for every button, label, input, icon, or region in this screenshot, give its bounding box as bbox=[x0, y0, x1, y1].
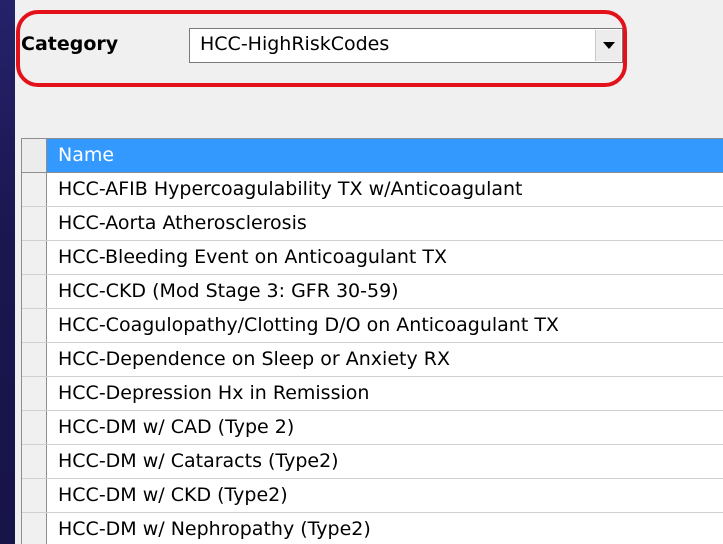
chevron-down-icon bbox=[603, 42, 615, 49]
table-row[interactable]: HCC-Coagulopathy/Clotting D/O on Anticoa… bbox=[22, 309, 723, 343]
row-selector[interactable] bbox=[22, 275, 47, 308]
category-selected-value: HCC-HighRiskCodes bbox=[200, 33, 390, 55]
name-grid: Name HCC-AFIB Hypercoagulability TX w/An… bbox=[21, 138, 723, 544]
name-cell: HCC-DM w/ Nephropathy (Type2) bbox=[58, 518, 371, 540]
row-selector[interactable] bbox=[22, 377, 47, 410]
row-selector[interactable] bbox=[22, 241, 47, 274]
table-row[interactable]: HCC-CKD (Mod Stage 3: GFR 30-59) bbox=[22, 275, 723, 309]
table-row[interactable]: HCC-Depression Hx in Remission bbox=[22, 377, 723, 411]
row-selector[interactable] bbox=[22, 343, 47, 376]
row-selector[interactable] bbox=[22, 513, 47, 544]
row-selector[interactable] bbox=[22, 479, 47, 512]
category-panel: Category HCC-HighRiskCodes Name HCC-AFIB… bbox=[15, 0, 723, 544]
table-row[interactable]: HCC-AFIB Hypercoagulability TX w/Anticoa… bbox=[22, 173, 723, 207]
row-selector[interactable] bbox=[22, 411, 47, 444]
category-label: Category bbox=[21, 33, 119, 55]
name-cell: HCC-Aorta Atherosclerosis bbox=[58, 212, 307, 234]
table-row[interactable]: HCC-Dependence on Sleep or Anxiety RX bbox=[22, 343, 723, 377]
name-cell: HCC-DM w/ CAD (Type 2) bbox=[58, 416, 295, 438]
grid-header-row[interactable]: Name bbox=[22, 139, 723, 173]
name-cell: HCC-DM w/ CKD (Type2) bbox=[58, 484, 288, 506]
name-cell: HCC-AFIB Hypercoagulability TX w/Anticoa… bbox=[58, 178, 523, 200]
category-dropdown[interactable]: HCC-HighRiskCodes bbox=[189, 28, 623, 63]
table-row[interactable]: HCC-DM w/ CAD (Type 2) bbox=[22, 411, 723, 445]
table-row[interactable]: HCC-Bleeding Event on Anticoagulant TX bbox=[22, 241, 723, 275]
name-cell: HCC-Coagulopathy/Clotting D/O on Anticoa… bbox=[58, 314, 559, 336]
row-selector[interactable] bbox=[22, 207, 47, 240]
name-cell: HCC-Depression Hx in Remission bbox=[58, 382, 370, 404]
row-selector[interactable] bbox=[22, 445, 47, 478]
dropdown-button[interactable] bbox=[595, 30, 621, 61]
name-cell: HCC-DM w/ Cataracts (Type2) bbox=[58, 450, 339, 472]
table-row[interactable]: HCC-DM w/ Cataracts (Type2) bbox=[22, 445, 723, 479]
name-cell: HCC-Dependence on Sleep or Anxiety RX bbox=[58, 348, 450, 370]
name-cell: HCC-Bleeding Event on Anticoagulant TX bbox=[58, 246, 448, 268]
table-row[interactable]: HCC-DM w/ CKD (Type2) bbox=[22, 479, 723, 513]
table-row[interactable]: HCC-DM w/ Nephropathy (Type2) bbox=[22, 513, 723, 544]
name-cell: HCC-CKD (Mod Stage 3: GFR 30-59) bbox=[58, 280, 399, 302]
row-selector[interactable] bbox=[22, 173, 47, 206]
table-row[interactable]: HCC-Aorta Atherosclerosis bbox=[22, 207, 723, 241]
column-header-name[interactable]: Name bbox=[58, 144, 114, 166]
row-selector[interactable] bbox=[22, 139, 47, 172]
row-selector[interactable] bbox=[22, 309, 47, 342]
